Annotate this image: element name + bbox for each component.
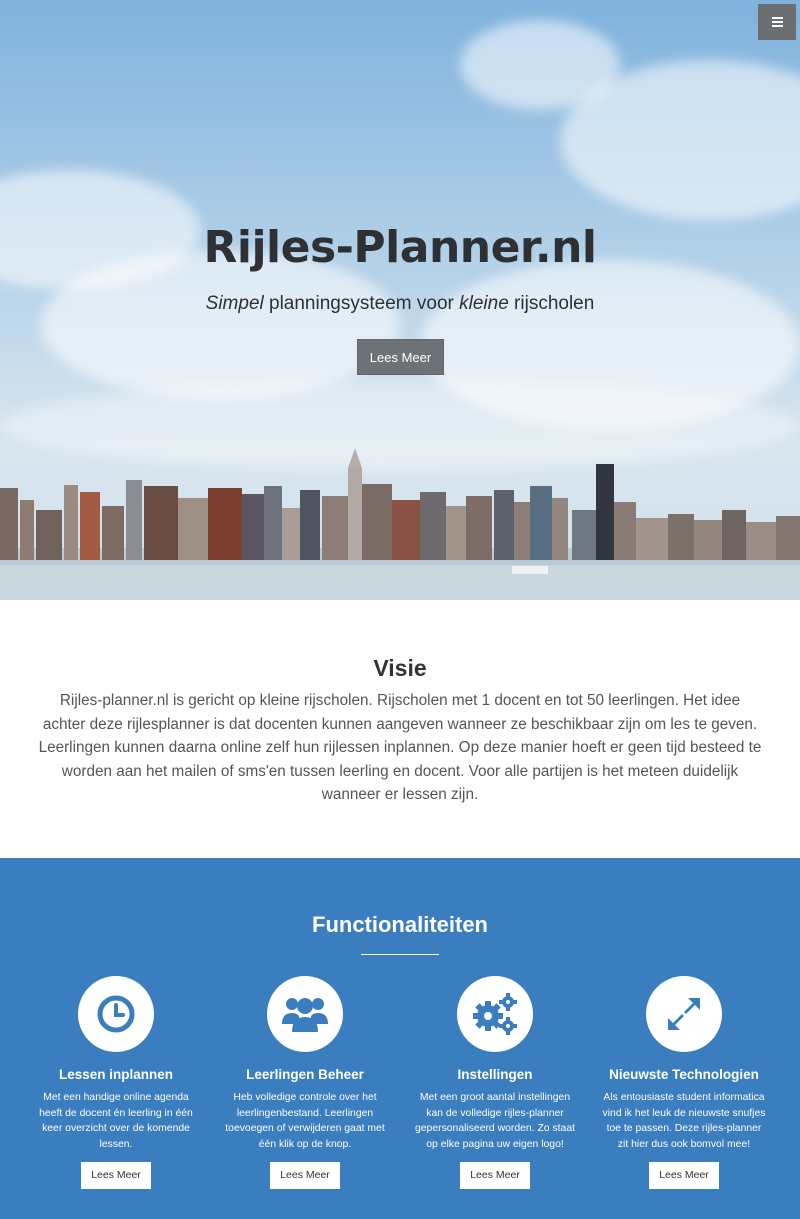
feature-read-more-button[interactable]: Lees Meer bbox=[649, 1161, 719, 1189]
clock-icon bbox=[97, 995, 135, 1033]
hero-subtitle: Simpel planningsysteem voor kleine rijsc… bbox=[0, 293, 800, 315]
feature-text: Met een groot aantal instellingen kan de… bbox=[415, 1092, 575, 1151]
functionaliteiten-title: Functionaliteiten bbox=[312, 912, 488, 937]
hero-subtitle-text: planningsysteem voor bbox=[263, 293, 460, 314]
visie-text: Rijles-planner.nl is gericht op kleine r… bbox=[38, 692, 762, 803]
feature-read-more-button[interactable]: Lees Meer bbox=[460, 1161, 530, 1189]
hero-read-more-button[interactable]: Lees Meer bbox=[357, 339, 444, 375]
feature-card-technologien: Nieuwste Technologien Als entousiaste st… bbox=[589, 976, 779, 1189]
feature-text: Heb volledige controle over het leerling… bbox=[225, 1092, 385, 1151]
hero-section: Rijles-Planner.nl Simpel planningsysteem… bbox=[0, 0, 800, 600]
feature-icon-circle bbox=[78, 976, 154, 1052]
title-divider bbox=[361, 954, 439, 955]
expand-arrows-icon bbox=[668, 998, 700, 1030]
hero-subtitle-emphasis: kleine bbox=[459, 293, 509, 314]
feature-icon-circle bbox=[457, 976, 533, 1052]
visie-section: Visie Rijles-planner.nl is gericht op kl… bbox=[0, 600, 800, 858]
gears-icon bbox=[473, 993, 517, 1035]
feature-read-more-button[interactable]: Lees Meer bbox=[270, 1161, 340, 1189]
feature-text: Als entousiaste student informatica vind… bbox=[602, 1092, 766, 1151]
users-icon bbox=[282, 998, 328, 1032]
feature-title: Leerlingen Beheer bbox=[246, 1067, 364, 1082]
feature-title: Nieuwste Technologien bbox=[609, 1067, 759, 1082]
city-skyline-image bbox=[0, 448, 800, 600]
feature-icon-circle bbox=[646, 976, 722, 1052]
visie-title: Visie bbox=[373, 655, 427, 681]
feature-text: Met een handige online agenda heeft de d… bbox=[39, 1092, 193, 1151]
feature-read-more-button[interactable]: Lees Meer bbox=[81, 1161, 151, 1189]
hero-subtitle-emphasis: Simpel bbox=[205, 293, 264, 314]
feature-card-instellingen: Instellingen Met een groot aantal instel… bbox=[400, 976, 590, 1189]
feature-card-lessen: Lessen inplannen Met een handige online … bbox=[21, 976, 211, 1189]
hero-title: Rijles-Planner.nl bbox=[203, 222, 597, 273]
bars-icon bbox=[771, 17, 783, 27]
menu-toggle-button[interactable] bbox=[758, 4, 796, 40]
feature-title: Instellingen bbox=[457, 1067, 533, 1082]
feature-icon-circle bbox=[267, 976, 343, 1052]
functionaliteiten-section: Functionaliteiten Lessen inplannen Met e… bbox=[0, 858, 800, 1219]
feature-card-leerlingen: Leerlingen Beheer Heb volledige controle… bbox=[210, 976, 400, 1189]
hero-subtitle-text: rijscholen bbox=[508, 293, 595, 314]
feature-title: Lessen inplannen bbox=[58, 1067, 174, 1082]
